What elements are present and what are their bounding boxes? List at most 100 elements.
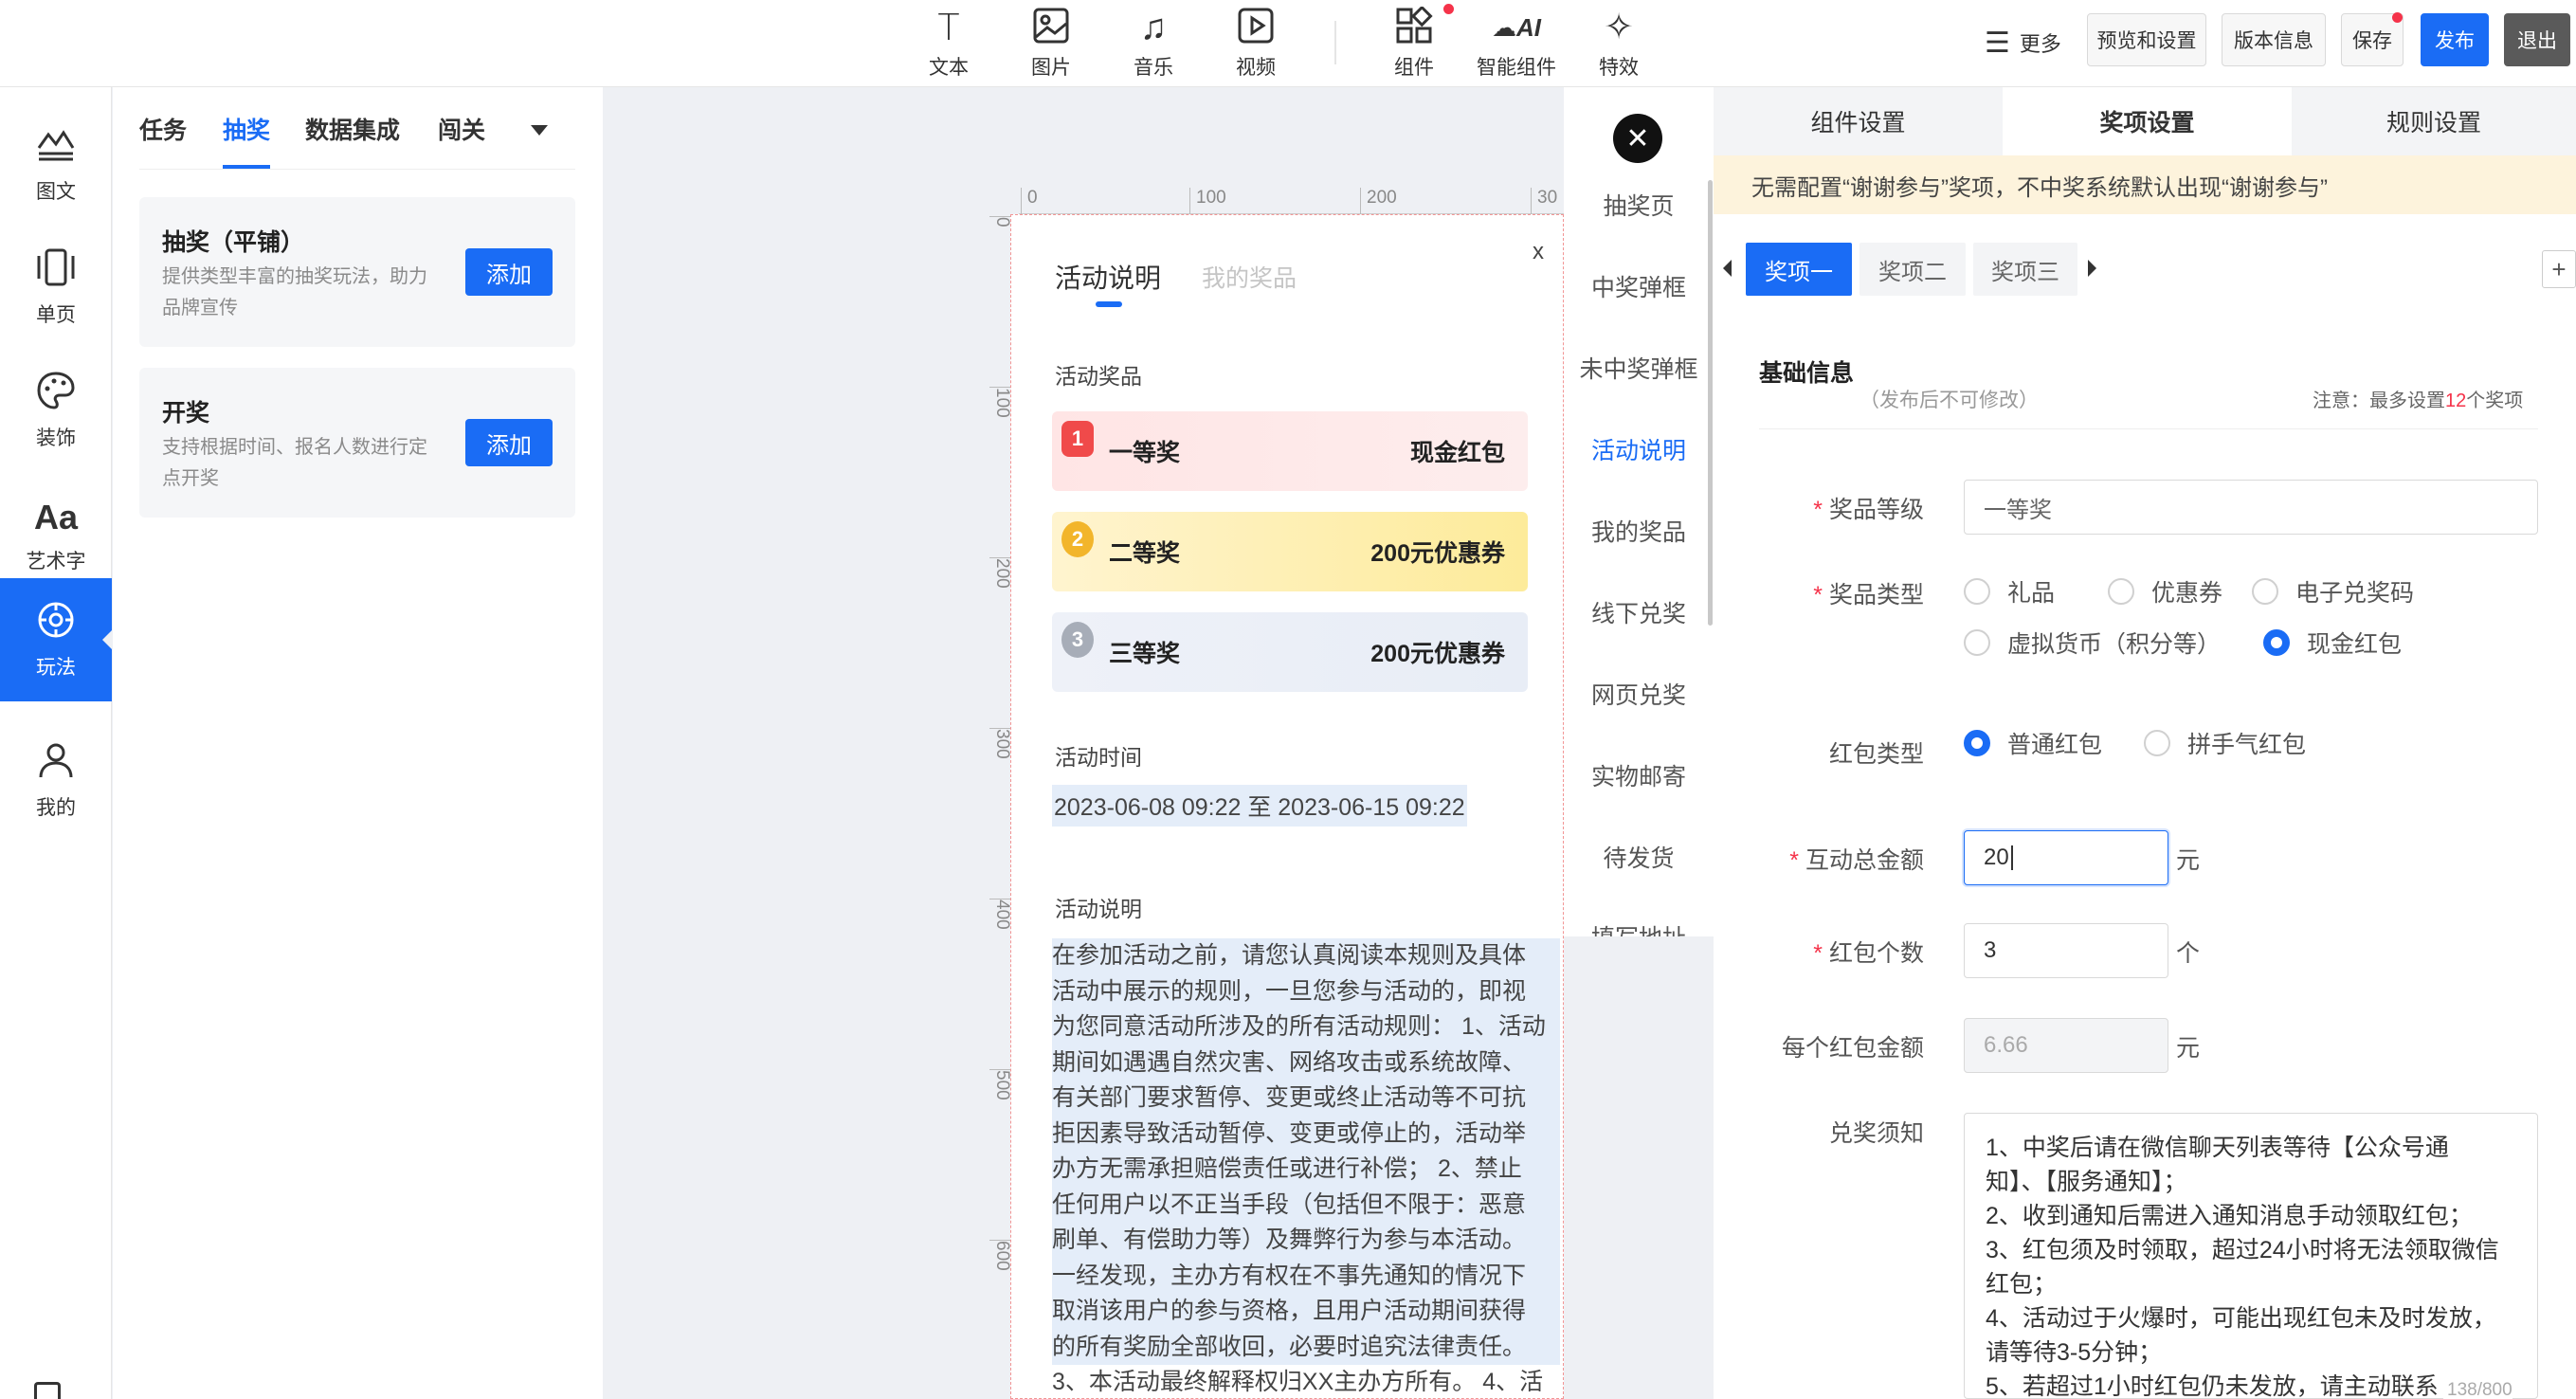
- desc-line: 一经发现，主办方有权在不事先通知的情况下: [1052, 1258, 1560, 1294]
- prize-value: 200元优惠券: [1370, 540, 1505, 567]
- notification-dot: [1443, 4, 1454, 14]
- prize-level-input[interactable]: 一等奖: [1964, 480, 2538, 535]
- close-circle-icon[interactable]: ✕: [1613, 114, 1662, 163]
- type-option-gift[interactable]: 礼品: [1964, 574, 2055, 609]
- scrollbar[interactable]: [1708, 180, 1713, 626]
- rail-item-graphic-text[interactable]: 图文: [0, 102, 112, 226]
- tool-music[interactable]: ♫ 音乐: [1101, 0, 1206, 87]
- tool-component[interactable]: 组件: [1362, 0, 1466, 87]
- prize-tab-3[interactable]: 奖项三: [1973, 243, 2077, 296]
- each-amount-input: 6.66: [1964, 1018, 2168, 1073]
- image-icon: [1032, 7, 1070, 50]
- type-option-cash[interactable]: 现金红包: [2263, 626, 2402, 660]
- rail-item-single-page[interactable]: 单页: [0, 226, 112, 349]
- ruler-tick: 0: [989, 216, 1012, 254]
- prize-tab-1[interactable]: 奖项一: [1746, 243, 1852, 296]
- note-number: 12: [2445, 391, 2467, 411]
- redpack-option-lucky[interactable]: 拼手气红包: [2144, 726, 2306, 760]
- total-amount-input[interactable]: 20: [1964, 830, 2168, 885]
- version-info-button[interactable]: 版本信息: [2222, 13, 2326, 66]
- card-title: 开奖: [162, 400, 210, 427]
- tab-data-integration[interactable]: 数据集成: [305, 112, 400, 169]
- tool-ai-component[interactable]: ☁AI 智能组件: [1464, 0, 1569, 87]
- add-button[interactable]: 添加: [465, 419, 553, 466]
- option-label: 礼品: [2007, 580, 2056, 607]
- desc-line: 活动中展示的规则，一旦您参与活动的，即视: [1052, 973, 1560, 1009]
- tool-label: 组件: [1394, 57, 1434, 79]
- canvas-close-icon[interactable]: x: [1533, 239, 1544, 265]
- tab-lottery[interactable]: 抽奖: [223, 112, 270, 169]
- ruler-tick: 200: [1360, 188, 1397, 214]
- horizontal-ruler: 0 100 200 30: [1019, 186, 1564, 214]
- music-icon: ♫: [1139, 8, 1168, 47]
- tool-label: 文本: [929, 57, 969, 79]
- rail-item-art-font[interactable]: Aa 艺术字: [0, 472, 112, 595]
- desc-line: 3、本活动最终解释权归XX主办方所有。 4、活: [1052, 1369, 1544, 1395]
- tool-text[interactable]: T 文本: [897, 0, 1001, 87]
- rail-label: 我的: [36, 797, 76, 819]
- tab-task[interactable]: 任务: [139, 112, 187, 169]
- ruler-tick: 0: [1021, 188, 1038, 214]
- page-item-win-popup[interactable]: 中奖弹框: [1564, 269, 1714, 303]
- tab-rule-settings[interactable]: 规则设置: [2292, 87, 2576, 155]
- tool-effects[interactable]: ✧ 特效: [1567, 0, 1671, 87]
- tab-prize-settings[interactable]: 奖项设置: [2003, 87, 2292, 155]
- prize-value: 现金红包: [1409, 440, 1505, 466]
- notice-banner: 无需配置“谢谢参与”奖项，不中奖系统默认出现“谢谢参与”: [1714, 155, 2576, 214]
- label-text: 奖品类型: [1828, 582, 1924, 609]
- type-option-virtual[interactable]: 虚拟货币（积分等）: [1964, 626, 2221, 660]
- tool-label: 特效: [1599, 57, 1639, 79]
- rail-item-mine[interactable]: 我的: [0, 718, 112, 842]
- publish-button[interactable]: 发布: [2421, 13, 2489, 66]
- desc-line: 任何用户以不正当手段（包括但不限于：恶意: [1052, 1187, 1560, 1223]
- type-label: * 奖品类型: [1813, 582, 1924, 609]
- redpack-count-input[interactable]: 3: [1964, 923, 2168, 978]
- redeem-notice-textarea[interactable]: 1、中奖后请在微信聊天列表等待【公众号通 知】、【服务通知】； 2、收到通知后需…: [1964, 1113, 2538, 1399]
- rail-item-gameplay[interactable]: 玩法: [0, 578, 112, 701]
- prize-tab-2[interactable]: 奖项二: [1859, 243, 1966, 296]
- ruler-tick: 300: [989, 728, 1012, 785]
- ruler-tick: 30: [1531, 188, 1557, 214]
- desc-line: 为您同意活动所涉及的所有活动规则： 1、活动: [1052, 1009, 1560, 1045]
- rail-item-decoration[interactable]: 装饰: [0, 349, 112, 472]
- prizes-heading: 活动奖品: [1055, 364, 1142, 389]
- total-amount-label: * 互动总金额: [1789, 847, 1924, 874]
- type-option-ecode[interactable]: 电子兑奖码: [2252, 574, 2414, 609]
- active-pointer: [102, 629, 113, 650]
- exit-button[interactable]: 退出: [2504, 13, 2570, 66]
- tool-label: 图片: [1031, 57, 1071, 79]
- redeem-notice-label: 兑奖须知: [1828, 1120, 1924, 1147]
- ruler-tick: 200: [989, 557, 1012, 614]
- page-item-lottery[interactable]: 抽奖页: [1564, 188, 1714, 222]
- add-prize-button[interactable]: +: [2542, 250, 2576, 288]
- add-button[interactable]: 添加: [465, 248, 553, 296]
- list-icon: ☰: [1985, 27, 2010, 59]
- redpack-option-normal[interactable]: 普通红包: [1964, 726, 2102, 760]
- preview-settings-button[interactable]: 预览和设置: [2087, 13, 2206, 66]
- caret-down-icon[interactable]: [531, 125, 548, 136]
- tab-component-settings[interactable]: 组件设置: [1714, 87, 2003, 155]
- widget-card-draw: 开奖 支持根据时间、报名人数进行定点开奖 添加: [139, 368, 575, 518]
- desc-heading: 活动说明: [1055, 897, 1142, 921]
- tool-image[interactable]: 图片: [999, 0, 1103, 87]
- section-divider: [1759, 428, 2538, 429]
- page-item-rules[interactable]: 活动说明: [1564, 432, 1714, 466]
- page-item-web-redeem[interactable]: 网页兑奖: [1564, 677, 1714, 711]
- palette-icon: [35, 370, 77, 419]
- radio-icon: [2252, 578, 2278, 605]
- more-menu[interactable]: ☰ 更多: [1985, 21, 2061, 64]
- type-option-coupon[interactable]: 优惠券: [2108, 574, 2222, 609]
- prev-arrow-icon[interactable]: [1723, 260, 1732, 277]
- canvas-tab-rules[interactable]: 活动说明: [1055, 258, 1161, 296]
- each-amount-label: 每个红包金额: [1781, 1035, 1924, 1062]
- ruler-tick: 500: [989, 1069, 1012, 1126]
- redeem-line: 4、活动过于火爆时，可能出现红包未及时发放，: [1986, 1305, 2496, 1332]
- clipboard-icon[interactable]: [34, 1382, 61, 1399]
- radio-icon: [1964, 578, 1990, 605]
- tool-video[interactable]: 视频: [1204, 0, 1308, 87]
- tab-level[interactable]: 闯关: [438, 112, 485, 169]
- page-item-lose-popup[interactable]: 未中奖弹框: [1564, 351, 1714, 385]
- next-arrow-icon[interactable]: [2088, 260, 2096, 277]
- rail-label: 装饰: [36, 427, 76, 449]
- canvas-tab-my-prizes[interactable]: 我的奖品: [1202, 260, 1297, 294]
